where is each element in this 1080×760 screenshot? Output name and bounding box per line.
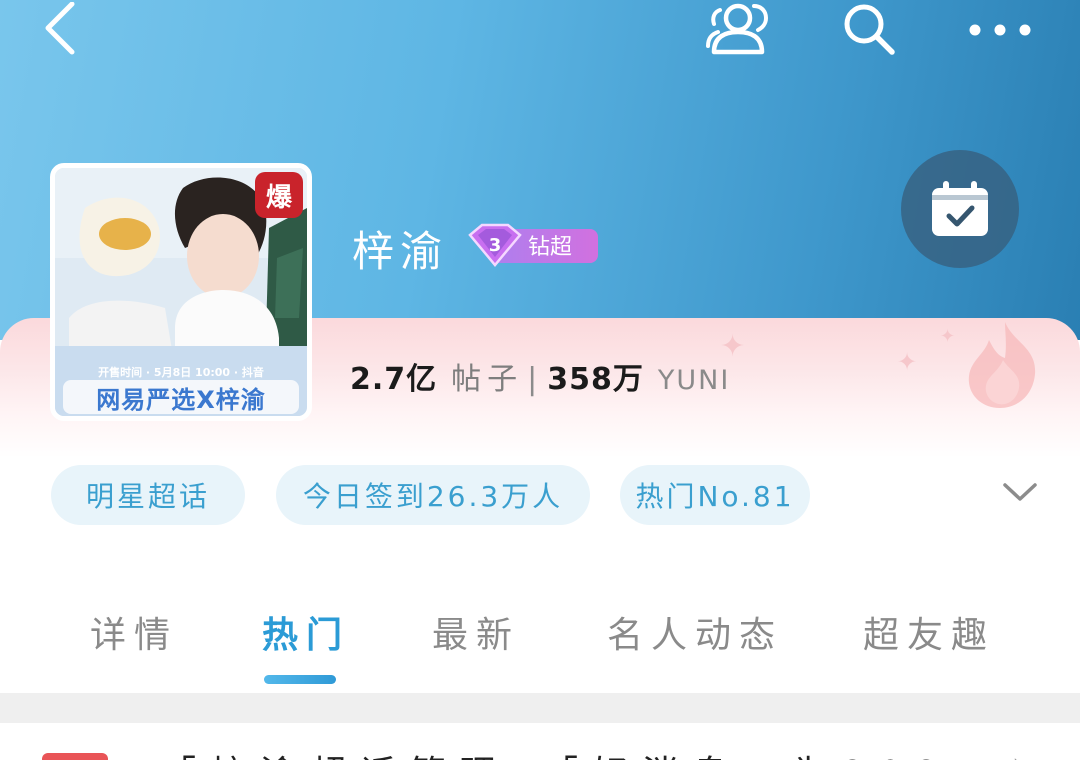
post-title: 「梓渝超话管理」「好消息」为2025 bbox=[160, 745, 990, 760]
chevron-right-icon: › bbox=[1012, 747, 1024, 760]
fans-unit: YUNI bbox=[657, 365, 731, 396]
tab-celebrity-updates[interactable]: 名人动态 bbox=[607, 600, 783, 664]
users-icon bbox=[706, 3, 769, 55]
tab-fan-fun[interactable]: 超友趣 bbox=[863, 600, 995, 664]
back-button[interactable] bbox=[30, 0, 90, 60]
expand-button[interactable] bbox=[998, 476, 1042, 508]
topic-cover-image[interactable]: 爆 开售时间 · 5月8日 10:00 · 抖音 网易严选X梓渝 bbox=[50, 163, 312, 421]
flame-decoration-icon bbox=[968, 322, 1036, 408]
tab-hot[interactable]: 热门 bbox=[262, 600, 350, 664]
checkin-button[interactable] bbox=[901, 150, 1019, 268]
pinned-tag bbox=[42, 753, 108, 760]
category-chip[interactable]: 明星超话 bbox=[51, 465, 245, 525]
diamond-level-label: 钻超 bbox=[528, 235, 573, 260]
cover-sale-time: 开售时间 · 5月8日 10:00 · 抖音 bbox=[98, 366, 264, 379]
search-icon bbox=[844, 4, 895, 55]
posts-count: 2.7亿 bbox=[350, 362, 438, 397]
tab-latest[interactable]: 最新 bbox=[432, 600, 520, 664]
calendar-check-icon bbox=[932, 181, 988, 236]
search-button[interactable] bbox=[832, 0, 904, 60]
topic-stats: 2.7亿 帖子 | 358万 YUNI bbox=[350, 354, 730, 398]
checkin-count-chip[interactable]: 今日签到26.3万人 bbox=[276, 465, 590, 525]
cover-brand-text: 网易严选X梓渝 bbox=[63, 380, 299, 414]
stats-separator: | bbox=[527, 362, 538, 397]
chevron-down-icon bbox=[1003, 483, 1037, 501]
pinned-post-row[interactable]: 「梓渝超话管理」「好消息」为2025 › bbox=[0, 723, 1080, 760]
posts-unit: 帖子 bbox=[451, 362, 524, 397]
topic-title: 梓渝 bbox=[352, 227, 449, 276]
sparkle-decoration: ✦ bbox=[897, 348, 918, 376]
sparkle-decoration: ✦ bbox=[940, 326, 956, 347]
topic-tabs: 详情 热门 最新 名人动态 超友趣 bbox=[0, 600, 1080, 664]
section-divider bbox=[0, 693, 1080, 723]
more-button[interactable] bbox=[958, 0, 1042, 60]
hot-rank-chip[interactable]: 热门No.81 bbox=[620, 465, 810, 525]
hot-badge: 爆 bbox=[255, 172, 303, 218]
active-tab-indicator bbox=[264, 675, 336, 684]
chevron-left-icon bbox=[45, 2, 75, 55]
fans-count: 358万 bbox=[547, 362, 644, 397]
tab-details[interactable]: 详情 bbox=[90, 600, 178, 664]
more-horizontal-icon bbox=[969, 24, 1031, 36]
diamond-level-number: 3 bbox=[489, 235, 502, 256]
members-button[interactable] bbox=[700, 0, 780, 60]
